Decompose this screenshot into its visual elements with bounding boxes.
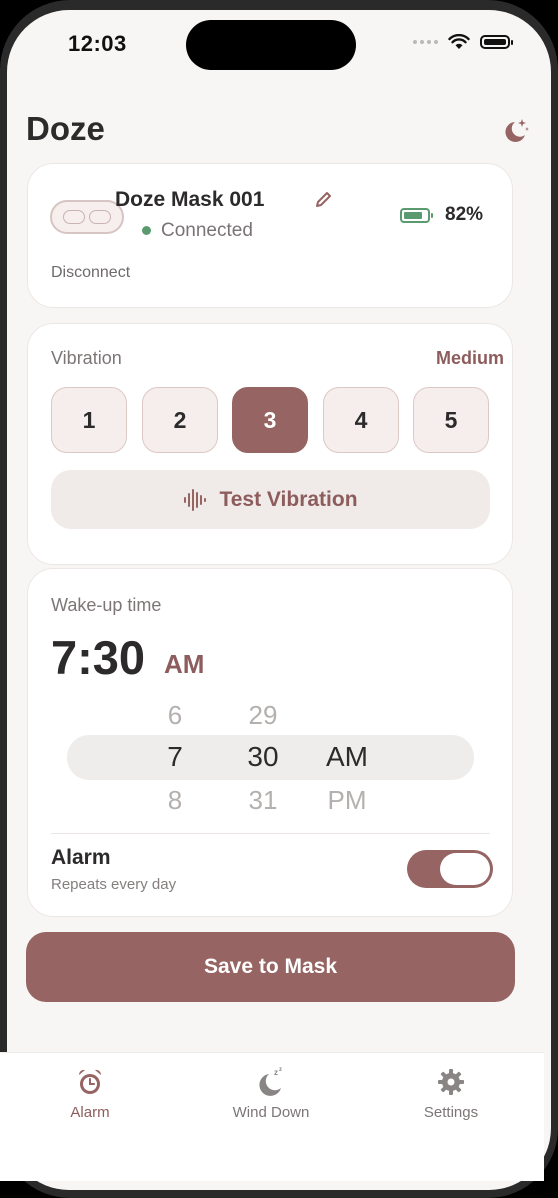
test-vibration-label: Test Vibration <box>219 487 358 511</box>
wake-up-time: 7:30 <box>51 631 146 684</box>
tab-settings[interactable]: Settings <box>391 1066 511 1121</box>
status-battery-icon <box>480 35 513 49</box>
svg-text:z: z <box>279 1067 282 1073</box>
vibration-level-1[interactable]: 1 <box>51 387 127 453</box>
vibration-level-2[interactable]: 2 <box>142 387 218 453</box>
dynamic-island <box>186 20 356 70</box>
device-battery-icon <box>400 208 433 223</box>
save-to-mask-button[interactable]: Save to Mask <box>26 932 515 1002</box>
status-indicators <box>413 34 513 50</box>
vibration-level-5[interactable]: 5 <box>413 387 489 453</box>
signal-icon <box>413 40 438 44</box>
tab-alarm-label: Alarm <box>70 1104 110 1121</box>
tab-alarm[interactable]: Alarm <box>30 1066 150 1121</box>
wake-up-period: AM <box>164 649 205 679</box>
svg-text:z: z <box>274 1068 278 1077</box>
tab-wind-down-label: Wind Down <box>232 1104 310 1121</box>
picker-period-next[interactable]: PM <box>307 785 387 816</box>
vibration-level-4[interactable]: 4 <box>323 387 399 453</box>
alarm-clock-icon <box>78 1069 102 1094</box>
vibration-label: Vibration <box>51 348 122 368</box>
edit-pencil-icon[interactable] <box>313 190 333 210</box>
wifi-icon <box>448 34 470 49</box>
picker-hour-prev[interactable]: 6 <box>135 700 215 731</box>
device-card <box>27 163 513 308</box>
connection-status: Connected <box>161 220 253 241</box>
alarm-toggle[interactable] <box>407 850 493 888</box>
test-vibration-button[interactable]: Test Vibration <box>51 470 490 529</box>
gear-icon <box>438 1069 464 1095</box>
device-name: Doze Mask 001 <box>115 188 265 211</box>
connection-status-dot <box>142 226 151 235</box>
disconnect-button[interactable]: Disconnect <box>51 264 130 282</box>
alarm-title: Alarm <box>51 846 111 869</box>
tab-wind-down[interactable]: z z Wind Down <box>211 1066 331 1121</box>
vibration-intensity: Medium <box>435 348 504 368</box>
picker-minute-selected[interactable]: 30 <box>223 741 303 773</box>
moon-stars-icon[interactable] <box>498 114 532 148</box>
picker-hour-next[interactable]: 8 <box>135 785 215 816</box>
waveform-icon <box>184 488 207 511</box>
moon-zzz-icon: z z <box>259 1067 282 1096</box>
vibration-level-3[interactable]: 3 <box>232 387 308 453</box>
wake-up-label: Wake-up time <box>51 595 162 615</box>
picker-minute-next[interactable]: 31 <box>223 785 303 816</box>
picker-period-selected[interactable]: AM <box>307 741 387 773</box>
status-time: 12:03 <box>68 31 127 56</box>
device-battery-percent: 82% <box>445 204 484 225</box>
picker-hour-selected[interactable]: 7 <box>135 741 215 773</box>
alarm-repeat-text: Repeats every day <box>51 876 177 893</box>
divider <box>51 833 490 834</box>
tab-settings-label: Settings <box>423 1104 479 1121</box>
picker-minute-prev[interactable]: 29 <box>223 700 303 731</box>
sleep-mask-icon <box>50 200 124 234</box>
page-title: Doze <box>26 110 105 147</box>
